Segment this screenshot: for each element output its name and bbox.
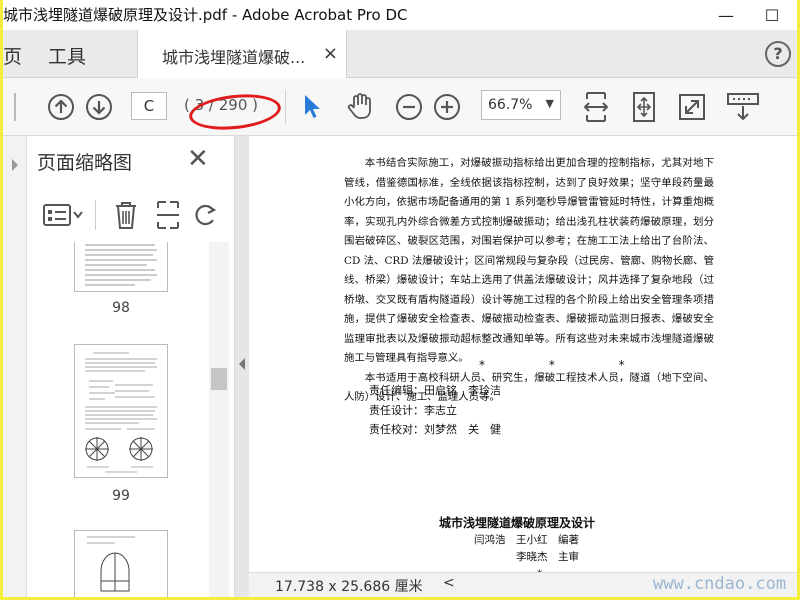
zoom-select[interactable]: 66.7% ▼ <box>481 90 561 120</box>
tab-tools[interactable]: 工具 <box>48 42 86 69</box>
rotate-page-icon[interactable] <box>191 200 221 230</box>
credits: 责任编辑：田启铭 李玲洁 责任设计：李志立 责任校对：刘梦然 关 健 <box>369 381 501 440</box>
scrollbar-thumb[interactable] <box>211 368 227 390</box>
tab-document[interactable]: 城市浅埋隧道爆破... × <box>137 30 347 78</box>
toolbar: C ( 3 / 290 ) 66.7% ▼ <box>3 78 797 136</box>
select-tool-icon[interactable] <box>297 90 327 124</box>
navigation-rail <box>3 136 27 597</box>
chevron-left-icon[interactable]: < <box>443 575 455 591</box>
toolbar-grip <box>9 90 21 124</box>
acrobat-window: 城市浅埋隧道爆破原理及设计.pdf - Adobe Acrobat Pro DC… <box>3 0 797 597</box>
thumbnail-options-icon[interactable] <box>39 198 87 232</box>
section-separator: * * * <box>479 358 655 372</box>
extract-pages-icon[interactable] <box>153 197 183 233</box>
help-icon[interactable]: ? <box>765 41 791 67</box>
status-bar: 17.738 x 25.686 厘米 < www.cndao.com <box>249 572 797 597</box>
previous-page-icon[interactable] <box>45 91 77 123</box>
watermark: www.cndao.com <box>653 574 787 594</box>
chevron-down-icon: ▼ <box>545 97 554 110</box>
panel-toolbar <box>27 192 235 238</box>
tab-bar: 页 工具 城市浅埋隧道爆破... × ? <box>3 30 797 78</box>
next-page-icon[interactable] <box>83 91 115 123</box>
maximize-button[interactable]: ☐ <box>749 0 795 30</box>
collapse-arrow-icon[interactable] <box>10 158 20 172</box>
hand-tool-icon[interactable] <box>343 89 377 123</box>
fit-width-icon[interactable] <box>579 88 613 126</box>
page-size: 17.738 x 25.686 厘米 <box>275 579 423 595</box>
thumbnail-page-number: 98 <box>112 300 130 316</box>
page-number-input[interactable]: C <box>131 92 167 120</box>
delete-page-icon[interactable] <box>111 197 141 233</box>
zoom-value: 66.7% <box>488 97 533 113</box>
close-tab-icon[interactable]: × <box>323 43 338 64</box>
zoom-out-icon[interactable] <box>393 91 425 123</box>
zoom-in-icon[interactable] <box>431 91 463 123</box>
tab-home[interactable]: 页 <box>3 42 22 69</box>
credit-line: 责任校对：刘梦然 关 健 <box>369 423 501 436</box>
paragraph: 本书结合实际施工，对爆破振动指标给出更加合理的控制指标，尤其对地下管线，借鉴德国… <box>344 157 714 364</box>
window-title: 城市浅埋隧道爆破原理及设计.pdf - Adobe Acrobat Pro DC <box>3 6 408 24</box>
close-panel-icon[interactable]: ✕ <box>187 144 209 174</box>
cip-title: 城市浅埋隧道爆破原理及设计 <box>439 516 596 530</box>
document-view[interactable]: 本书结合实际施工，对爆破振动指标给出更加合理的控制指标，尤其对地下管线，借鉴德国… <box>249 136 797 597</box>
page-thumbnail[interactable] <box>74 530 168 597</box>
title-bar: 城市浅埋隧道爆破原理及设计.pdf - Adobe Acrobat Pro DC… <box>3 0 797 30</box>
credit-line: 责任设计：李志立 <box>369 403 457 417</box>
page-thumbnail[interactable] <box>74 242 168 292</box>
thumbnail-scrollbar[interactable] <box>209 242 229 597</box>
page-thumbnails-panel: 页面缩略图 ✕ 98 99 <box>27 136 235 597</box>
full-screen-icon[interactable] <box>675 90 709 124</box>
document-tab-label: 城市浅埋隧道爆破... <box>162 48 306 67</box>
more-tools-icon[interactable] <box>723 90 763 124</box>
page-thumbnail[interactable] <box>74 344 168 478</box>
minimize-button[interactable]: — <box>703 0 749 30</box>
thumbnail-page-number: 99 <box>112 488 130 504</box>
toolbar-divider <box>285 90 286 124</box>
chevron-left-icon[interactable] <box>238 358 246 370</box>
panel-title: 页面缩略图 <box>37 152 133 174</box>
fit-page-icon[interactable] <box>627 89 661 125</box>
panel-splitter[interactable] <box>235 136 249 597</box>
panel-divider <box>95 200 96 230</box>
thumbnail-list[interactable]: 98 99 <box>27 242 235 597</box>
credit-line: 责任编辑：田启铭 李玲洁 <box>369 384 501 397</box>
